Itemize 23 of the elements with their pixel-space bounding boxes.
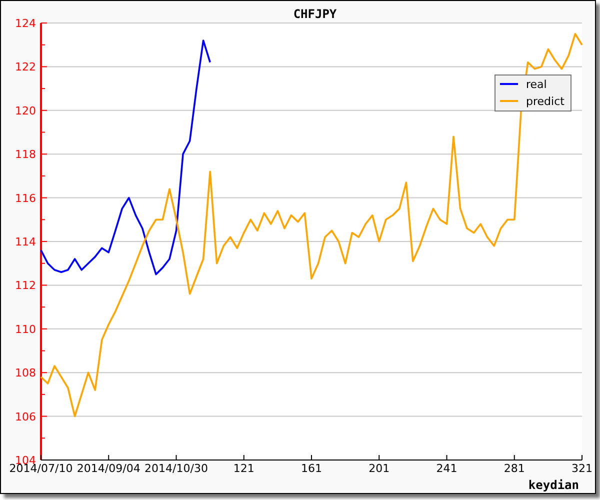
- x-tick-label: 2014/09/04: [76, 462, 140, 475]
- legend-label: predict: [526, 95, 564, 108]
- y-tick-label: 106: [15, 410, 36, 424]
- y-tick-label: 114: [15, 236, 36, 248]
- y-tick-label: 122: [15, 60, 36, 74]
- x-tick-label: 241: [436, 462, 458, 475]
- y-tick-label: 118: [15, 148, 36, 162]
- x-tick-label: 2014/07/10: [9, 462, 73, 475]
- y-tick-label: 120: [15, 104, 36, 118]
- y-tick-label: 112: [15, 279, 36, 292]
- chart-title: CHFJPY: [293, 7, 337, 21]
- y-tick-label: 116: [15, 192, 36, 205]
- x-tick-label: 121: [233, 462, 254, 475]
- y-tick-label: 108: [15, 366, 36, 380]
- x-tick-label: 321: [572, 462, 592, 475]
- x-tick-label: 201: [368, 462, 390, 475]
- x-axis-label: keydian: [528, 478, 579, 492]
- x-tick-label: 2014/10/30: [144, 462, 208, 475]
- y-tick-label: 110: [15, 322, 36, 336]
- legend-label: real: [526, 78, 547, 91]
- x-tick-label: 161: [301, 462, 322, 475]
- x-tick-label: 281: [504, 462, 525, 475]
- y-tick-label: 124: [15, 17, 36, 30]
